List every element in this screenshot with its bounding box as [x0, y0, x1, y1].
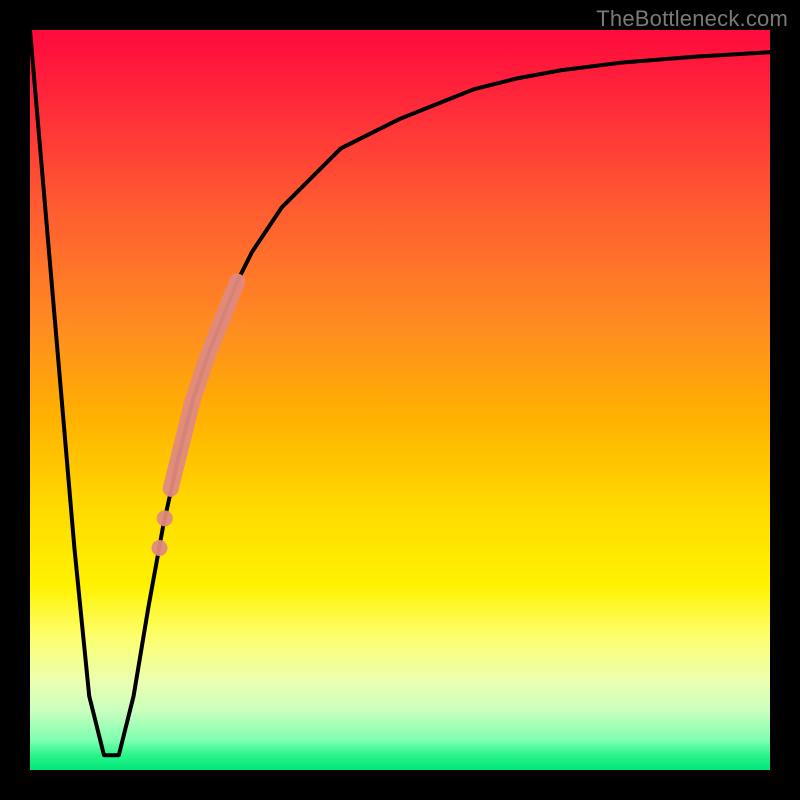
highlight-dot: [152, 540, 168, 556]
highlight-segment-path: [171, 282, 238, 489]
highlight-segment: [171, 282, 238, 489]
bottleneck-curve: [30, 30, 770, 755]
chart-svg: [30, 30, 770, 770]
watermark-text: TheBottleneck.com: [596, 6, 788, 32]
bottleneck-curve-path: [30, 30, 770, 755]
chart-frame: TheBottleneck.com: [0, 0, 800, 800]
highlight-dot: [157, 510, 173, 526]
